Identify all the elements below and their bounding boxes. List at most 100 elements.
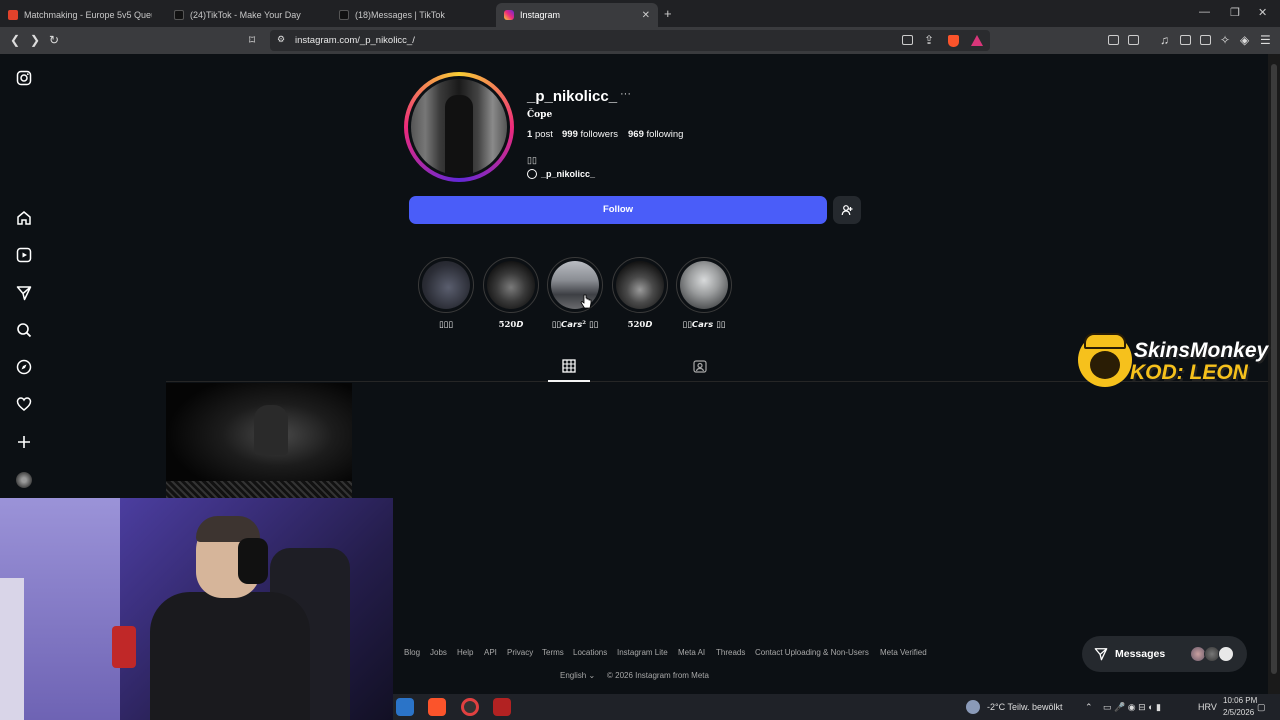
minimize-icon[interactable]: — (1199, 6, 1210, 18)
highlight-label: 520𝘿 (498, 320, 524, 330)
messages-button[interactable]: Messages (1082, 636, 1247, 672)
create-icon[interactable] (16, 434, 32, 450)
sponsor-brand: SkinsMonkey (1134, 339, 1269, 362)
footer-link[interactable]: API (484, 648, 497, 657)
file-explorer-icon[interactable] (396, 698, 414, 716)
forward-icon[interactable]: ❯ (30, 33, 40, 47)
weather-text[interactable]: -2°C Teilw. bewölkt (987, 702, 1062, 712)
threads-link[interactable]: _p_nikolicc_ (527, 169, 595, 179)
followers-stat[interactable]: 999 followers (562, 129, 618, 140)
app-icon[interactable] (493, 698, 511, 716)
reload-icon[interactable]: ↻ (49, 33, 59, 47)
notifications-icon[interactable] (16, 396, 32, 412)
post-thumbnail[interactable] (166, 383, 352, 498)
footer-link[interactable]: Privacy (507, 648, 533, 657)
highlight-label: ▯▯𝘾𝙖𝙧𝙨² ▯▯ (551, 320, 599, 330)
follow-button[interactable]: Follow (409, 196, 827, 224)
browser-tab[interactable]: (18)Messages | TikTok (331, 3, 496, 27)
brave-browser-icon[interactable] (428, 698, 446, 716)
following-stat[interactable]: 969 following (628, 129, 683, 140)
wallet-icon[interactable] (1200, 35, 1211, 45)
tray-icons[interactable]: ▭ 🎤 ◉ ⊟ ◐ ▮ (1103, 702, 1161, 713)
language-select[interactable]: English ⌄ (560, 671, 595, 680)
cast-icon[interactable] (902, 35, 913, 45)
instagram-favicon-icon (504, 10, 514, 20)
direct-icon (1094, 648, 1108, 661)
sponsor-overlay: SkinsMonkey KOD: LEON (1078, 333, 1274, 387)
highlight-label: 520𝘿 (627, 320, 653, 330)
posts-label: post (534, 129, 553, 140)
browser-tab-bar: Matchmaking - Europe 5v5 Queue - F (24)T… (0, 0, 1280, 27)
avatar[interactable] (411, 79, 507, 175)
story-highlight[interactable] (483, 257, 539, 313)
brave-rewards-icon[interactable] (971, 35, 983, 46)
app-icon[interactable] (461, 698, 479, 716)
share-icon[interactable]: ⇪ (924, 33, 934, 47)
footer-link[interactable]: Jobs (430, 648, 447, 657)
footer-link[interactable]: Instagram Lite (617, 648, 668, 657)
media-icon[interactable]: ♫ (1160, 33, 1169, 47)
address-bar[interactable]: ⚙ instagram.com/_p_nikolicc_/ ⇪ (270, 30, 990, 51)
vpn-icon[interactable]: ◈ (1240, 33, 1249, 47)
tiktok-favicon-icon (174, 10, 184, 20)
site-settings-icon[interactable]: ⚙ (277, 34, 285, 45)
footer-link[interactable]: Help (457, 648, 473, 657)
browser-tab-active[interactable]: Instagram ✕ (496, 3, 658, 27)
instagram-logo-icon[interactable] (16, 70, 32, 86)
menu-icon[interactable]: ☰ (1260, 33, 1271, 47)
story-highlight[interactable] (418, 257, 474, 313)
new-tab-icon[interactable]: + (664, 6, 672, 21)
following-count: 969 (628, 129, 644, 140)
story-highlight[interactable] (612, 257, 668, 313)
browser-toolbar: ❮ ❯ ↻ ⌑ ⚙ instagram.com/_p_nikolicc_/ ⇪ … (0, 27, 1280, 54)
search-icon[interactable] (16, 322, 32, 338)
notifications-center-icon[interactable]: ▢ (1257, 702, 1266, 713)
windows-taskbar: -2°C Teilw. bewölkt ⌃ ▭ 🎤 ◉ ⊟ ◐ ▮ HRV 10… (393, 694, 1280, 720)
tiktok-favicon-icon (339, 10, 349, 20)
tab-title: (24)TikTok - Make Your Day (190, 10, 301, 20)
hand-cursor-icon (580, 294, 592, 309)
weather-icon[interactable] (966, 700, 980, 714)
browser-tab[interactable]: (24)TikTok - Make Your Day (166, 3, 331, 27)
clock-time[interactable]: 10:06 PM (1223, 696, 1257, 705)
footer-link[interactable]: Locations (573, 648, 607, 657)
webcam-overlay (0, 498, 393, 720)
footer-link[interactable]: Meta AI (678, 648, 705, 657)
profile-username: _p_nikolicc_ (527, 88, 618, 105)
bookmark-icon[interactable]: ⌑ (249, 33, 255, 47)
extensions-icon[interactable] (1108, 35, 1119, 45)
posts-grid-icon[interactable] (562, 359, 576, 373)
close-tab-icon[interactable]: ✕ (642, 10, 650, 21)
home-icon[interactable] (16, 210, 32, 226)
messages-icon[interactable] (16, 285, 32, 301)
explore-icon[interactable] (16, 359, 32, 375)
tab-search-icon[interactable] (1128, 35, 1139, 45)
restore-icon[interactable]: ❐ (1230, 6, 1240, 19)
tray-overflow-icon[interactable]: ⌃ (1085, 702, 1093, 713)
footer-link[interactable]: Threads (716, 648, 745, 657)
footer-link[interactable]: Terms (542, 648, 564, 657)
url-text: instagram.com/_p_nikolicc_/ (295, 35, 415, 46)
back-icon[interactable]: ❮ (10, 33, 20, 47)
clock-date[interactable]: 2/5/2026 (1223, 708, 1254, 717)
story-highlight[interactable] (676, 257, 732, 313)
close-icon[interactable]: ✕ (1258, 6, 1267, 19)
leo-ai-icon[interactable]: ✧ (1220, 33, 1230, 47)
followers-label: followers (580, 129, 619, 140)
suggested-users-button[interactable] (833, 196, 861, 224)
brave-shields-icon[interactable] (948, 35, 959, 47)
threads-handle: _p_nikolicc_ (541, 169, 596, 179)
profile-avatar[interactable] (16, 472, 32, 488)
tab-title: (18)Messages | TikTok (355, 10, 445, 20)
sidebar-toggle-icon[interactable] (1180, 35, 1191, 45)
reels-icon[interactable] (16, 247, 32, 263)
input-language[interactable]: HRV (1198, 702, 1217, 712)
tagged-icon[interactable] (693, 359, 707, 373)
more-options-icon[interactable]: ··· (620, 88, 631, 100)
footer-link[interactable]: Blog (404, 648, 420, 657)
browser-tab[interactable]: Matchmaking - Europe 5v5 Queue - F (0, 3, 165, 27)
following-label: following (646, 129, 684, 140)
footer-link[interactable]: Meta Verified (880, 648, 927, 657)
story-highlight[interactable] (547, 257, 603, 313)
footer-link[interactable]: Contact Uploading & Non-Users (755, 648, 869, 657)
